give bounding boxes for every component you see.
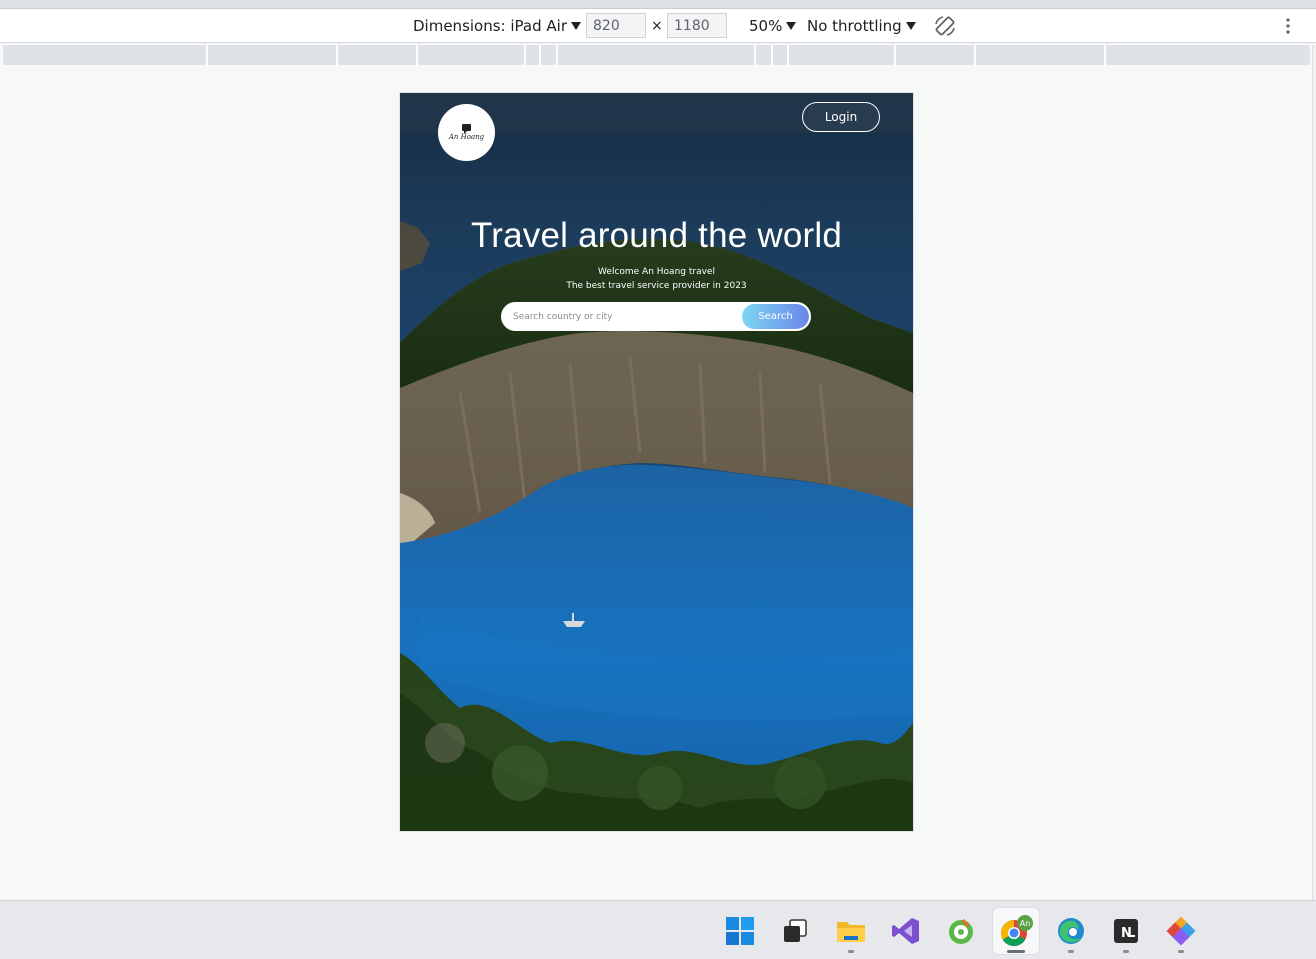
edge-button[interactable]: [1048, 908, 1094, 954]
media-query-marker: [206, 45, 208, 65]
running-indicator: [1068, 950, 1074, 953]
vertical-dots-icon: [1286, 18, 1290, 34]
colorful-app-icon: [1166, 916, 1196, 946]
dimensions-label: Dimensions: iPad Air: [413, 17, 567, 35]
running-indicator: [1123, 950, 1129, 953]
notepad-icon: N: [1114, 919, 1138, 943]
chrome-button[interactable]: An: [993, 908, 1039, 954]
folder-icon: [837, 922, 865, 942]
throttling-dropdown[interactable]: No throttling: [807, 9, 916, 43]
media-query-marker: [539, 45, 541, 65]
running-indicator: [1178, 950, 1184, 953]
visual-studio-button[interactable]: [883, 908, 929, 954]
media-query-marker: [556, 45, 558, 65]
media-query-marker: [974, 45, 976, 65]
notion-button[interactable]: N: [1103, 908, 1149, 954]
media-query-marker: [754, 45, 756, 65]
taskbar: An N: [0, 900, 1316, 959]
running-indicator: [848, 950, 854, 953]
device-toolbar: Dimensions: iPad Air 820 × 1180 50% No t…: [0, 9, 1316, 43]
login-button[interactable]: Login: [802, 102, 880, 132]
media-query-bar[interactable]: [3, 45, 1310, 65]
edge-icon: [1058, 918, 1084, 944]
visual-studio-icon: [892, 918, 919, 944]
svg-text:N: N: [1121, 926, 1132, 941]
file-explorer-button[interactable]: [828, 908, 874, 954]
hero-subtitle-line-2: The best travel service provider in 2023: [566, 281, 747, 291]
coc-coc-browser-button[interactable]: [938, 908, 984, 954]
vertical-scrollbar[interactable]: [1312, 45, 1316, 900]
search-input[interactable]: [513, 304, 733, 329]
rotate-icon: [935, 16, 955, 36]
window-top-strip: [0, 0, 1316, 9]
chevron-down-icon: [570, 22, 581, 30]
width-input[interactable]: 820: [586, 13, 646, 38]
media-query-marker: [1104, 45, 1106, 65]
hero-subtitle-line-1: Welcome An Hoang travel: [598, 267, 715, 277]
site-logo[interactable]: An Hoang: [438, 104, 495, 161]
chat-bubble-icon: [462, 124, 471, 134]
running-indicator: [1007, 950, 1025, 953]
chrome-icon: An: [1000, 915, 1033, 947]
times-symbol: ×: [651, 18, 663, 34]
height-input[interactable]: 1180: [667, 13, 727, 38]
logo-text: An Hoang: [448, 133, 485, 141]
profile-badge: An: [1020, 919, 1031, 928]
coc-coc-icon: [949, 919, 973, 944]
dimensions-dropdown[interactable]: Dimensions: iPad Air: [413, 9, 581, 43]
pinned-app-button[interactable]: [1158, 908, 1204, 954]
zoom-label: 50%: [749, 17, 783, 35]
media-query-marker: [771, 45, 773, 65]
media-query-marker: [894, 45, 896, 65]
chevron-down-icon: [905, 22, 916, 30]
windows-logo-icon: [726, 917, 754, 945]
search-button[interactable]: Search: [742, 304, 809, 329]
chevron-down-icon: [786, 22, 797, 30]
media-query-marker: [416, 45, 418, 65]
windows-start-button[interactable]: [717, 908, 763, 954]
media-query-marker: [336, 45, 338, 65]
hero-background-image: [400, 93, 913, 831]
rotate-button[interactable]: [933, 9, 957, 43]
hero-title: Travel around the world: [471, 216, 842, 255]
throttling-label: No throttling: [807, 17, 902, 35]
task-view-icon: [784, 919, 807, 942]
zoom-dropdown[interactable]: 50%: [749, 9, 797, 43]
more-options-button[interactable]: [1282, 9, 1294, 43]
hero-section: An Hoang Login Travel around the world W…: [400, 93, 913, 831]
device-viewport: An Hoang Login Travel around the world W…: [400, 93, 913, 831]
search-bar: Search: [501, 302, 811, 331]
media-query-marker: [787, 45, 789, 65]
task-view-button[interactable]: [772, 908, 818, 954]
media-query-marker: [524, 45, 526, 65]
